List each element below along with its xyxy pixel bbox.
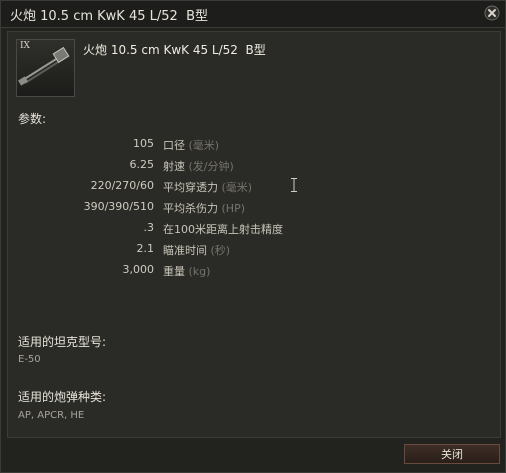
param-name: 平均杀伤力 (HP) <box>163 202 245 215</box>
param-name: 射速 (发/分钟) <box>163 160 234 173</box>
param-row: 105 口径 (毫米) <box>8 137 500 155</box>
param-value: 390/390/510 <box>83 200 154 213</box>
param-row: 2.1 瞄准时间 (秒) <box>8 242 500 260</box>
text-cursor-icon <box>291 177 297 192</box>
param-value: 6.25 <box>129 158 155 171</box>
compatible-tanks-value: E-50 <box>18 354 41 365</box>
param-value: 3,000 <box>122 263 155 276</box>
gun-icon: IX <box>16 39 75 97</box>
module-info-window: 火炮 10.5 cm KwK 45 L/52 B型 IX 火炮 10.5 cm … <box>0 0 506 473</box>
param-name: 瞄准时间 (秒) <box>163 244 231 257</box>
close-button[interactable]: 关闭 <box>404 444 500 464</box>
compatible-shells-value: AP, APCR, HE <box>18 410 85 421</box>
module-details-panel: IX 火炮 10.5 cm KwK 45 L/52 B型 参数: 105 口径 … <box>7 31 501 438</box>
window-title: 火炮 10.5 cm KwK 45 L/52 B型 <box>10 9 208 24</box>
param-name: 平均穿透力 (毫米) <box>163 181 253 194</box>
param-value: 2.1 <box>136 242 155 255</box>
title-bar[interactable]: 火炮 10.5 cm KwK 45 L/52 B型 <box>1 1 505 28</box>
param-row: 390/390/510 平均杀伤力 (HP) <box>8 200 500 218</box>
param-value: .3 <box>143 221 155 234</box>
compatible-tanks-heading: 适用的坦克型号: <box>18 335 107 349</box>
tier-label: IX <box>20 41 30 51</box>
param-name: 在100米距离上射击精度 <box>163 223 283 236</box>
param-row: 3,000 重量 (kg) <box>8 263 500 281</box>
compatible-shells-heading: 适用的炮弹种类: <box>18 390 107 404</box>
param-value: 105 <box>133 137 154 150</box>
param-row: 6.25 射速 (发/分钟) <box>8 158 500 176</box>
param-name: 口径 (毫米) <box>163 139 220 152</box>
param-value: 220/270/60 <box>90 179 154 192</box>
param-name: 重量 (kg) <box>163 265 211 278</box>
module-name: 火炮 10.5 cm KwK 45 L/52 B型 <box>83 43 266 57</box>
param-row: 220/270/60 平均穿透力 (毫米) <box>8 179 500 197</box>
close-icon[interactable] <box>484 5 500 21</box>
params-heading: 参数: <box>18 112 47 126</box>
param-row: .3 在100米距离上射击精度 <box>8 221 500 239</box>
